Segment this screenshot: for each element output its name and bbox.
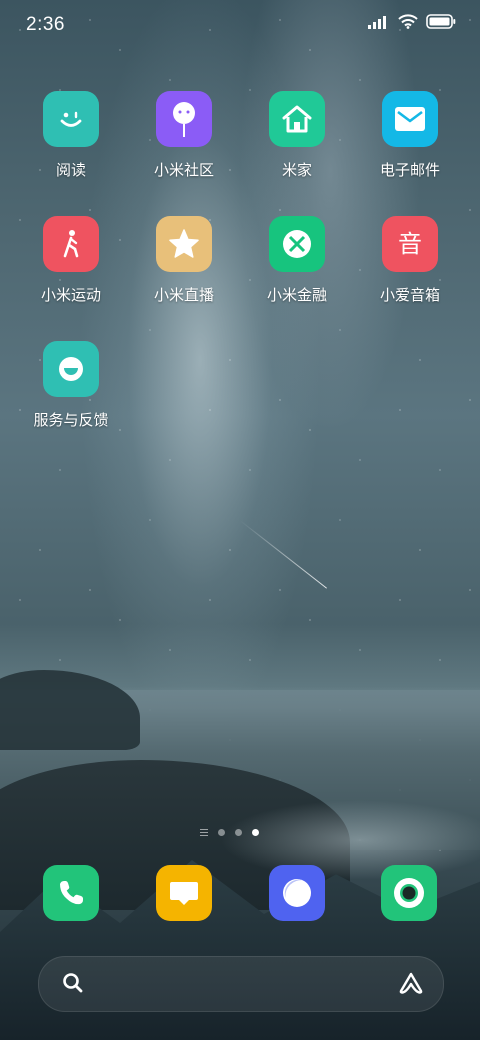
app-reading[interactable]: 阅读 xyxy=(21,91,121,179)
mail-icon xyxy=(382,91,438,147)
message-icon xyxy=(170,882,198,905)
status-bar: 2:36 xyxy=(0,0,480,50)
dock-phone[interactable] xyxy=(43,865,99,921)
page-dot xyxy=(235,829,242,836)
app-label: 米家 xyxy=(281,161,312,179)
app-label: 小米运动 xyxy=(40,286,101,304)
browser-icon xyxy=(283,879,311,907)
status-time: 2:36 xyxy=(26,14,65,35)
app-mi-live[interactable]: 小米直播 xyxy=(134,216,234,304)
app-mi-sport[interactable]: 小米运动 xyxy=(21,216,121,304)
status-icons xyxy=(368,14,456,29)
battery-icon xyxy=(426,14,456,29)
star-icon xyxy=(156,216,212,272)
app-xiaoai-speaker[interactable]: 音 小爱音箱 xyxy=(360,216,460,304)
app-label: 电子邮件 xyxy=(379,161,440,179)
app-label: 小爱音箱 xyxy=(379,286,440,304)
signal-icon xyxy=(368,15,386,29)
app-email[interactable]: 电子邮件 xyxy=(360,91,460,179)
page-dot xyxy=(218,829,225,836)
app-mi-finance[interactable]: 小米金融 xyxy=(247,216,347,304)
page-indicator-lines-icon xyxy=(200,829,208,836)
app-mijia[interactable]: 米家 xyxy=(247,91,347,179)
feedback-icon xyxy=(43,341,99,397)
walking-icon xyxy=(43,216,99,272)
speaker-icon: 音 xyxy=(382,216,438,272)
home-screen: 2:36 阅读 小米社区 米家 电子邮件 小米运动 小米直播 小米金融 音 小爱… xyxy=(0,0,480,1040)
community-icon xyxy=(156,91,212,147)
app-label: 服务与反馈 xyxy=(33,411,109,429)
app-label: 阅读 xyxy=(55,161,86,179)
app-label: 小米社区 xyxy=(153,161,214,179)
reading-icon xyxy=(43,91,99,147)
assistant-icon[interactable] xyxy=(397,971,425,995)
page-indicator[interactable] xyxy=(200,829,259,836)
wifi-icon xyxy=(398,14,418,29)
app-community[interactable]: 小米社区 xyxy=(134,91,234,179)
wallpaper-mist xyxy=(220,800,480,880)
dock-browser[interactable] xyxy=(269,865,325,921)
search-bar[interactable] xyxy=(38,956,444,1012)
dock-messages[interactable] xyxy=(156,865,212,921)
search-icon[interactable] xyxy=(61,971,85,995)
page-dot-active xyxy=(252,829,259,836)
finance-icon xyxy=(269,216,325,272)
app-label: 小米直播 xyxy=(153,286,214,304)
app-label: 小米金融 xyxy=(266,286,327,304)
phone-icon xyxy=(60,881,83,905)
home-icon xyxy=(269,91,325,147)
camera-icon xyxy=(394,878,424,908)
app-service-feedback[interactable]: 服务与反馈 xyxy=(21,341,121,429)
dock-camera[interactable] xyxy=(381,865,437,921)
speaker-glyph: 音 xyxy=(398,230,422,258)
